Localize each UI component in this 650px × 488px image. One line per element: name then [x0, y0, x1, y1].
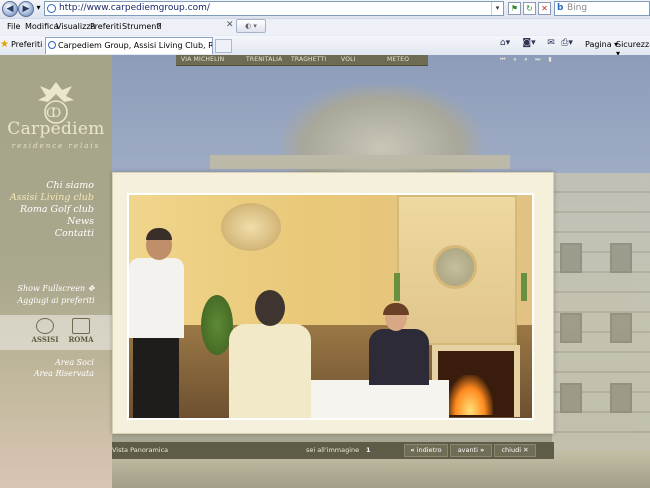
close-toolbar-icon[interactable]: ✕	[226, 20, 234, 30]
background-roofline	[210, 155, 510, 169]
menu-news[interactable]: News	[10, 216, 94, 228]
sidebar: D C Carpediem residence relais Chi siamo…	[0, 55, 112, 488]
address-bar[interactable]: http://www.carpediemgroup.com/ ▾	[44, 1, 504, 16]
search-placeholder: Bing	[567, 3, 588, 13]
menu-tools[interactable]: Strumenti	[122, 22, 162, 31]
website-content: VIA MICHELIN TRENITALIA TRAGHETTI VOLI M…	[0, 55, 650, 488]
partner-logos: ASSISI ROMA	[0, 315, 112, 350]
menu-roma-golf-club[interactable]: Roma Golf club	[10, 204, 94, 216]
gallery-caption: Vista Panoramica	[112, 446, 169, 454]
gallery-close-button[interactable]: chiudi ✕	[494, 444, 536, 457]
home-icon[interactable]: ⌂▾	[498, 38, 512, 51]
area-soci-link[interactable]: Area Soci	[34, 357, 94, 368]
address-row: ◀ ▶ ▾ http://www.carpediemgroup.com/ ▾ ⚑…	[0, 0, 650, 18]
nav-trenitalia[interactable]: TRENITALIA	[246, 56, 282, 63]
favorites-bar: ★ Preferiti Carpediem Group, Assisi Livin…	[0, 36, 650, 58]
ie-page-icon	[47, 4, 56, 13]
gallery-controls: Vista Panoramica sei all'immagine 1 « in…	[112, 442, 554, 459]
menu-file[interactable]: File	[7, 22, 20, 31]
new-tab-button[interactable]	[215, 39, 232, 53]
address-dropdown-icon[interactable]: ▾	[491, 2, 503, 15]
star-icon: ★	[0, 39, 9, 50]
roma-logo-icon	[72, 318, 90, 334]
fullscreen-icon: ✥	[87, 284, 95, 293]
menu-favorites[interactable]: Preferiti	[90, 22, 121, 31]
add-to-favorites-link[interactable]: Aggiugi ai preferiti	[0, 295, 112, 307]
double-left-arrow-icon: «	[410, 446, 415, 454]
nav-via-michelin[interactable]: VIA MICHELIN	[181, 56, 224, 63]
back-button[interactable]: ◀	[2, 1, 18, 17]
partner-assisi[interactable]: ASSISI	[28, 318, 62, 344]
assisi-logo-icon	[36, 318, 54, 334]
menu-help[interactable]: ?	[157, 22, 161, 31]
stop-icon[interactable]: ✕	[538, 2, 551, 15]
gallery-counter-value: 1	[366, 446, 371, 454]
print-icon[interactable]: ⎙▾	[560, 38, 574, 51]
compatibility-icon[interactable]: ⚑	[508, 2, 521, 15]
show-fullscreen-link[interactable]: Show Fullscreen ✥	[0, 283, 112, 295]
address-text: http://www.carpediemgroup.com/	[59, 3, 210, 13]
rss-icon[interactable]: ◙▾	[522, 38, 536, 51]
menu-edit[interactable]: Modifica	[25, 22, 58, 31]
top-navigation: VIA MICHELIN TRENITALIA TRAGHETTI VOLI M…	[176, 55, 428, 66]
tab-title: Carpediem Group, Assisi Living Club, Rom…	[58, 41, 213, 50]
nav-meteo[interactable]: METEO	[387, 56, 409, 63]
toolbar-addon-button[interactable]: ◐ ▾	[236, 19, 266, 33]
menu-bar: File Modifica Visualizza Preferiti Strum…	[0, 18, 650, 35]
main-menu: Chi siamo Assisi Living club Roma Golf c…	[10, 180, 94, 240]
menu-contatti[interactable]: Contatti	[10, 228, 94, 240]
search-input[interactable]: b Bing	[554, 1, 650, 16]
page-menu[interactable]: Pagina ▾	[585, 40, 618, 49]
partner-roma[interactable]: ROMA	[64, 318, 98, 344]
background-building	[552, 173, 650, 488]
gallery-counter-label: sei all'immagine	[306, 446, 360, 454]
brand-name: Carpediem	[7, 119, 105, 139]
menu-chi-siamo[interactable]: Chi siamo	[10, 180, 94, 192]
nav-traghetti[interactable]: TRAGHETTI	[291, 56, 326, 63]
brand-tagline: residence relais	[11, 142, 101, 150]
nav-voli[interactable]: VOLI	[341, 56, 356, 63]
tab-active[interactable]: Carpediem Group, Assisi Living Club, Rom…	[45, 37, 213, 54]
favorites-button[interactable]: ★ Preferiti	[0, 39, 42, 50]
music-player-controls[interactable]: ⏮ ⏸ ⏸ ⏭ ▮	[500, 56, 555, 64]
bing-icon: b	[557, 3, 564, 13]
gallery-next-button[interactable]: avanti »	[450, 444, 492, 457]
site-tools: Show Fullscreen ✥ Aggiugi ai preferiti	[0, 283, 112, 307]
close-icon: ✕	[523, 446, 529, 454]
area-riservata-link[interactable]: Area Riservata	[34, 368, 94, 379]
gallery-photo	[127, 193, 534, 420]
double-right-arrow-icon: »	[480, 446, 485, 454]
refresh-icon[interactable]: ↻	[523, 2, 536, 15]
mail-icon[interactable]: ✉	[544, 38, 558, 51]
browser-chrome: ◀ ▶ ▾ http://www.carpediemgroup.com/ ▾ ⚑…	[0, 0, 650, 58]
gallery-back-button[interactable]: « indietro	[404, 444, 448, 457]
menu-assisi-living-club[interactable]: Assisi Living club	[10, 192, 94, 204]
ie-tab-icon	[48, 41, 56, 49]
member-links: Area Soci Area Riservata	[34, 357, 94, 379]
